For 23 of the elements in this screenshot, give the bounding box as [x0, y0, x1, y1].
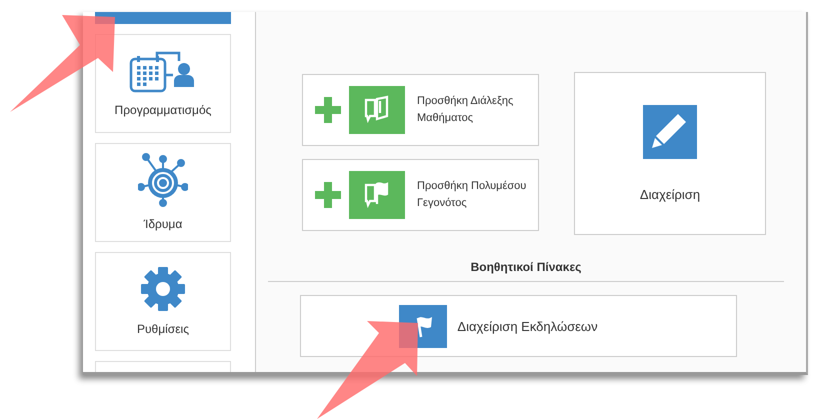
- events-card[interactable]: Διαχείριση Εκδηλώσεων: [300, 295, 737, 357]
- section-title: Βοηθητικοί Πίνακες: [268, 260, 784, 282]
- sidebar-tile[interactable]: Ρυθμίσεις: [95, 252, 231, 350]
- manage-label: Διαχείριση: [640, 186, 700, 202]
- flag-speech-icon: [349, 171, 405, 219]
- sidebar-tile[interactable]: Ίδρυμα: [95, 142, 231, 242]
- pencil-icon: [643, 105, 697, 159]
- action-label: Προσθήκη Διάλεξης Μαθήματος: [417, 94, 514, 126]
- add-action-card[interactable]: Προσθήκη Πολυμέσου Γεγονότος: [302, 159, 539, 231]
- plus-icon: [315, 182, 341, 208]
- book-speech-icon: [349, 86, 405, 134]
- add-action-card[interactable]: Προσθήκη Διάλεξης Μαθήματος: [302, 74, 539, 146]
- tile-label: Προγραμματισμός: [114, 103, 212, 117]
- action-label: Προσθήκη Πολυμέσου Γεγονότος: [417, 179, 528, 211]
- plus-icon: [315, 97, 341, 123]
- calendar-person-icon: [129, 49, 197, 93]
- manage-card[interactable]: Διαχείριση: [574, 72, 766, 235]
- gear-icon: [140, 266, 186, 312]
- tile-label: Ρυθμίσεις: [136, 322, 190, 336]
- sidebar-tile[interactable]: Προγραμματισμός: [95, 34, 231, 132]
- events-label: Διαχείριση Εκδηλώσεων: [457, 318, 598, 334]
- network-target-icon: [138, 153, 188, 207]
- tile-label: Ίδρυμα: [144, 217, 182, 231]
